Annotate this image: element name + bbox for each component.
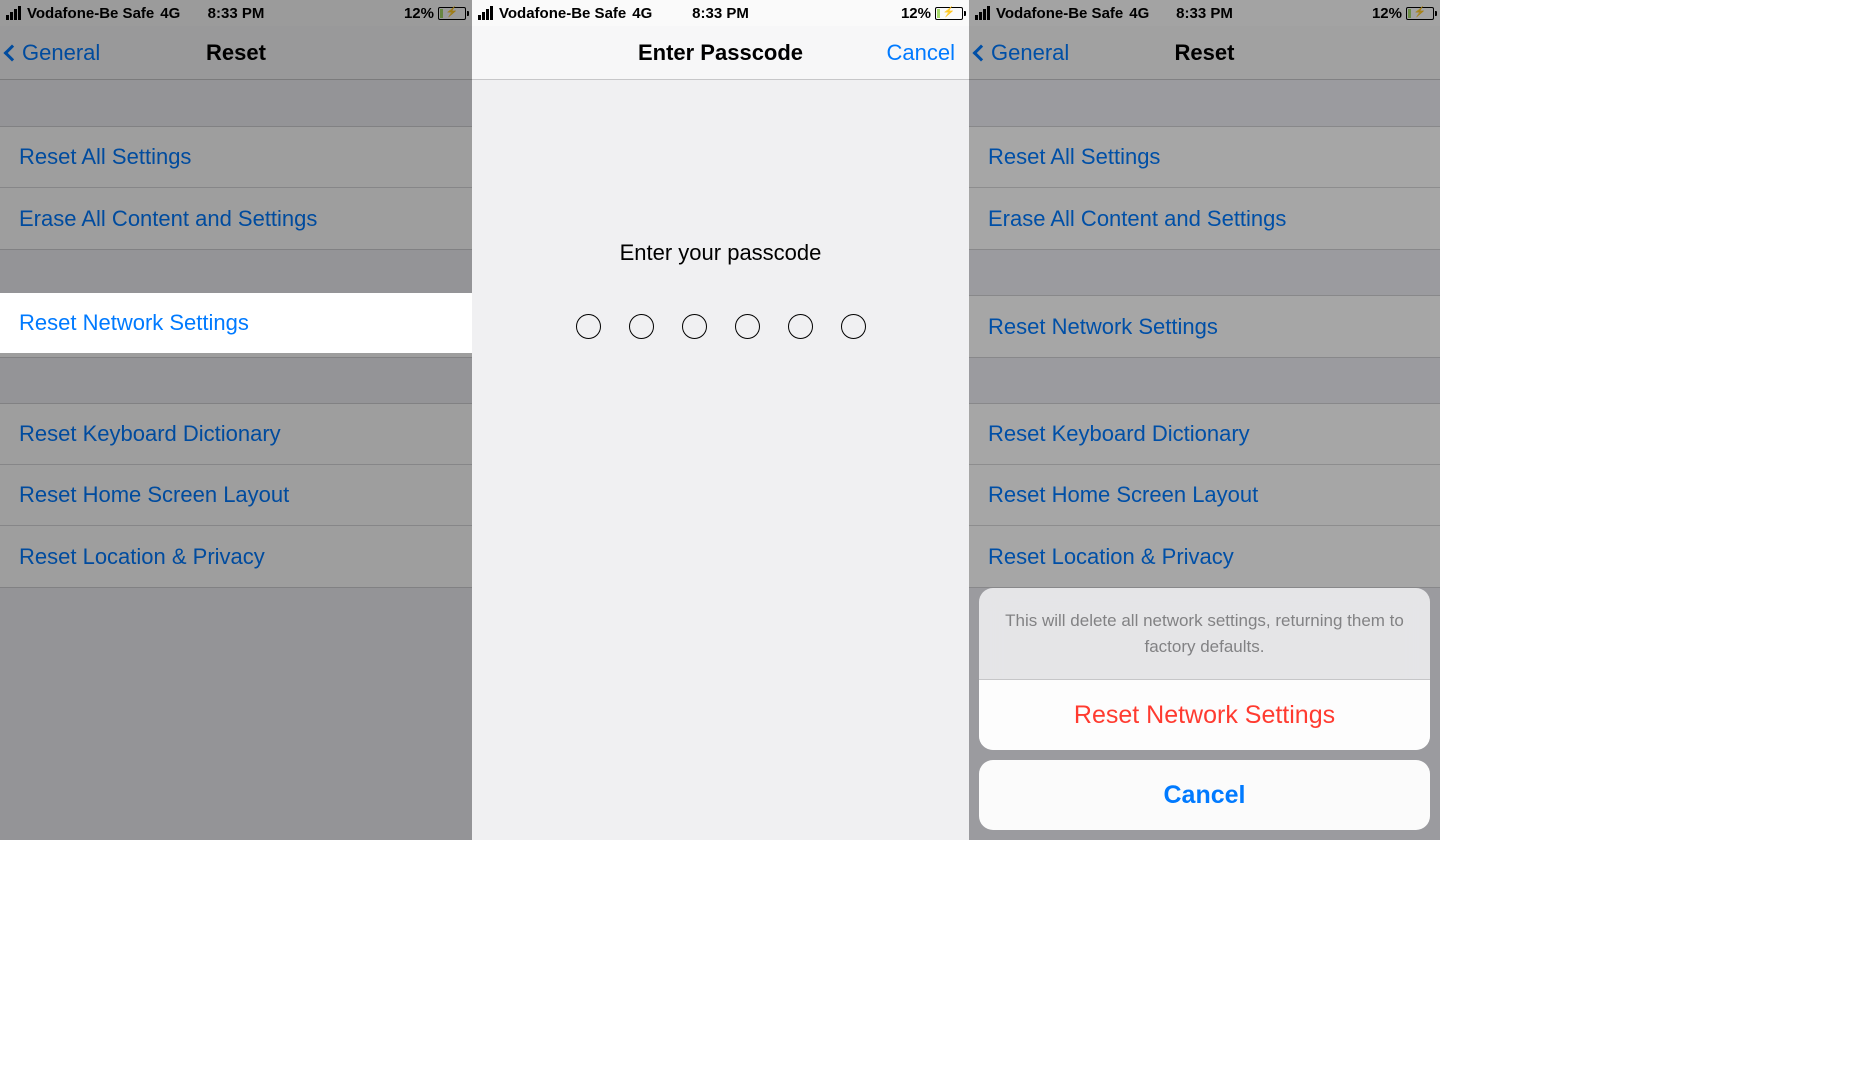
status-bar: Vodafone-Be Safe 4G 8:33 PM 12% ⚡ [472, 0, 969, 26]
passcode-dot [788, 314, 813, 339]
carrier-label: Vodafone-Be Safe [27, 5, 154, 22]
back-label: General [991, 40, 1069, 66]
row-erase-all[interactable]: Erase All Content and Settings [969, 188, 1440, 249]
row-reset-keyboard[interactable]: Reset Keyboard Dictionary [969, 404, 1440, 465]
action-sheet: This will delete all network settings, r… [979, 588, 1430, 830]
row-reset-home[interactable]: Reset Home Screen Layout [969, 465, 1440, 526]
row-reset-home[interactable]: Reset Home Screen Layout [0, 465, 472, 526]
sheet-cancel-button[interactable]: Cancel [979, 760, 1430, 830]
row-reset-keyboard[interactable]: Reset Keyboard Dictionary [0, 404, 472, 465]
network-label: 4G [632, 5, 652, 22]
chevron-left-icon [4, 44, 21, 61]
page-title: Reset [1175, 40, 1235, 66]
row-reset-network[interactable]: Reset Network Settings [969, 296, 1440, 357]
passcode-dots[interactable] [472, 314, 969, 339]
back-label: General [22, 40, 100, 66]
row-erase-all[interactable]: Erase All Content and Settings [0, 188, 472, 249]
signal-icon [478, 6, 493, 20]
battery-icon: ⚡ [935, 7, 963, 20]
network-label: 4G [160, 5, 180, 22]
battery-percent: 12% [404, 5, 434, 22]
battery-percent: 12% [901, 5, 931, 22]
passcode-dot [576, 314, 601, 339]
highlight-label: Reset Network Settings [19, 310, 249, 336]
screen-enter-passcode: Vodafone-Be Safe 4G 8:33 PM 12% ⚡ Enter … [472, 0, 969, 840]
clock: 8:33 PM [208, 5, 265, 22]
page-title: Reset [206, 40, 266, 66]
back-button[interactable]: General [969, 40, 1069, 66]
nav-bar: General Reset [0, 26, 472, 80]
cancel-button[interactable]: Cancel [887, 40, 955, 66]
chevron-left-icon [973, 44, 990, 61]
highlighted-row-reset-network[interactable]: Reset Network Settings [0, 293, 472, 353]
battery-icon: ⚡ [1406, 7, 1434, 20]
passcode-dot [682, 314, 707, 339]
passcode-dot [841, 314, 866, 339]
back-button[interactable]: General [0, 40, 100, 66]
status-bar: Vodafone-Be Safe 4G 8:33 PM 12% ⚡ [0, 0, 472, 26]
row-reset-all-settings[interactable]: Reset All Settings [969, 127, 1440, 188]
sheet-confirm-button[interactable]: Reset Network Settings [979, 680, 1430, 750]
passcode-area: Enter your passcode [472, 80, 969, 840]
row-reset-location[interactable]: Reset Location & Privacy [969, 526, 1440, 587]
battery-percent: 12% [1372, 5, 1402, 22]
signal-icon [6, 6, 21, 20]
status-bar: Vodafone-Be Safe 4G 8:33 PM 12% ⚡ [969, 0, 1440, 26]
row-reset-all-settings[interactable]: Reset All Settings [0, 127, 472, 188]
network-label: 4G [1129, 5, 1149, 22]
page-title: Enter Passcode [638, 40, 803, 66]
carrier-label: Vodafone-Be Safe [499, 5, 626, 22]
clock: 8:33 PM [1176, 5, 1233, 22]
passcode-dot [629, 314, 654, 339]
row-reset-location[interactable]: Reset Location & Privacy [0, 526, 472, 587]
signal-icon [975, 6, 990, 20]
battery-icon: ⚡ [438, 7, 466, 20]
carrier-label: Vodafone-Be Safe [996, 5, 1123, 22]
clock: 8:33 PM [692, 5, 749, 22]
nav-bar: Enter Passcode Cancel [472, 26, 969, 80]
sheet-message: This will delete all network settings, r… [979, 588, 1430, 680]
passcode-dot [735, 314, 760, 339]
screen-action-sheet: Vodafone-Be Safe 4G 8:33 PM 12% ⚡ Genera… [969, 0, 1440, 840]
nav-bar: General Reset [969, 26, 1440, 80]
screen-reset-list: Vodafone-Be Safe 4G 8:33 PM 12% ⚡ Genera… [0, 0, 472, 840]
passcode-prompt: Enter your passcode [472, 240, 969, 266]
settings-list: Reset All Settings Erase All Content and… [0, 80, 472, 840]
